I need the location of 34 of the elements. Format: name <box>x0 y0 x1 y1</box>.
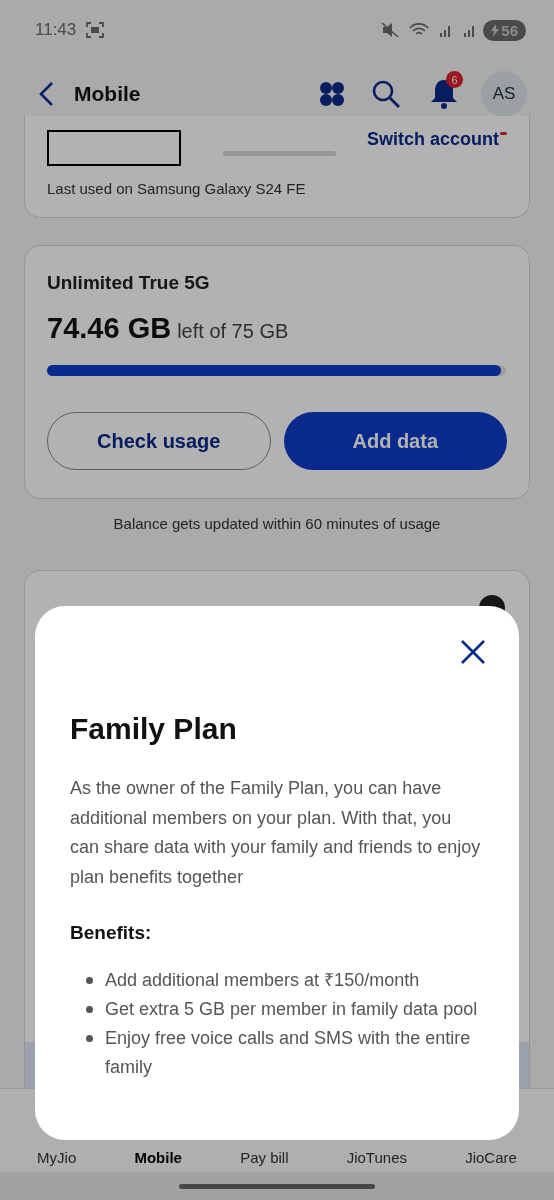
check-usage-button[interactable]: Check usage <box>47 412 271 470</box>
nav-tab[interactable]: Pay bill <box>240 1149 289 1166</box>
status-time: 11:43 <box>35 20 77 40</box>
switch-account-link[interactable]: Switch account <box>366 128 507 150</box>
benefit-text: Enjoy free voice calls and SMS with the entire family <box>105 1028 471 1077</box>
nav-tab[interactable]: MyJio <box>37 1149 77 1166</box>
sheet-title: Family Plan <box>70 712 238 746</box>
data-remaining: 74.46 GB <box>47 312 172 345</box>
data-total: left of 75 GB <box>177 320 289 343</box>
last-used-text: Last used on Samsung Galaxy S24 FE <box>47 180 307 197</box>
battery-indicator: 56 <box>483 19 526 41</box>
search-icon[interactable] <box>371 79 401 109</box>
nav-tab[interactable]: Mobile <box>134 1149 182 1166</box>
bell-icon[interactable] <box>429 78 459 110</box>
bullet-icon <box>86 1006 93 1013</box>
benefits-heading: Benefits: <box>70 922 153 944</box>
balance-note: Balance gets updated within 60 minutes of usage <box>112 515 442 532</box>
notification-badge: 6 <box>446 71 463 88</box>
mute-icon <box>381 22 400 38</box>
benefit-text: Get extra 5 GB per member in family data pool <box>105 999 478 1019</box>
back-icon[interactable] <box>38 81 54 107</box>
nav-tab[interactable]: JioCare <box>465 1149 517 1166</box>
sheet-description: As the owner of the Family Plan, you can have additional members on your plan. With that, you can share data with your family and friends to enjoy plan benefits together <box>70 777 482 889</box>
avatar[interactable]: AS <box>481 71 527 117</box>
benefit-text: Add additional members at ₹150/month <box>105 970 420 990</box>
page-title: Mobile <box>74 82 141 106</box>
screenshot-icon <box>86 22 105 38</box>
nav-tab[interactable]: JioTunes <box>346 1149 407 1166</box>
bullet-icon <box>86 1035 93 1042</box>
apps-icon[interactable] <box>319 81 345 107</box>
add-data-button[interactable]: Add data <box>283 412 507 470</box>
close-icon[interactable] <box>460 639 486 665</box>
plan-name: Unlimited True 5G <box>47 272 211 294</box>
bullet-icon <box>86 977 93 984</box>
